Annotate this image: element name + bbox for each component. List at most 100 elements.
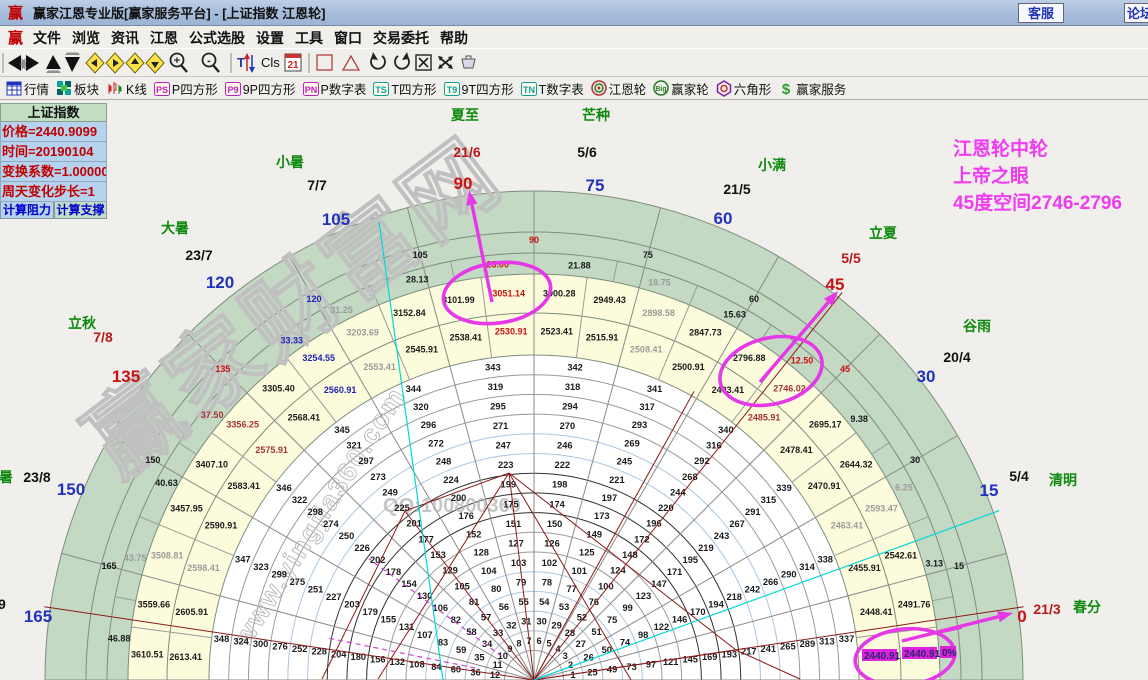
svg-text:294: 294 <box>562 402 578 412</box>
svg-text:3457.95: 3457.95 <box>170 504 203 514</box>
svg-text:174: 174 <box>549 499 565 509</box>
svg-text:43.75: 43.75 <box>124 553 147 563</box>
svg-text:267: 267 <box>729 519 745 529</box>
svg-text:8: 8 <box>516 639 521 649</box>
svg-text:春分: 春分 <box>1072 599 1101 615</box>
svg-text:2898.58: 2898.58 <box>642 308 675 318</box>
svg-text:2470.91: 2470.91 <box>808 481 841 491</box>
svg-text:99: 99 <box>623 603 633 613</box>
svg-text:T9: T9 <box>446 85 457 95</box>
svg-text:315: 315 <box>761 495 777 505</box>
svg-text:TN: TN <box>523 85 535 95</box>
svg-text:176: 176 <box>458 511 474 521</box>
svg-text:$: $ <box>782 81 791 97</box>
svg-text:60: 60 <box>714 209 733 228</box>
svg-text:269: 269 <box>624 438 640 448</box>
svg-text:小满: 小满 <box>758 157 786 173</box>
svg-text:9.38: 9.38 <box>850 414 868 424</box>
svg-text:21.88: 21.88 <box>568 261 591 271</box>
svg-text:150: 150 <box>57 480 85 499</box>
svg-text:芒种: 芒种 <box>582 107 610 123</box>
svg-text:348: 348 <box>214 634 230 644</box>
svg-text:2593.47: 2593.47 <box>865 504 898 514</box>
svg-text:297: 297 <box>358 456 374 466</box>
svg-text:37.50: 37.50 <box>201 410 224 420</box>
svg-text:270: 270 <box>560 421 576 431</box>
svg-text:3152.84: 3152.84 <box>393 308 426 318</box>
svg-text:313: 313 <box>819 636 835 646</box>
svg-text:PS: PS <box>156 85 168 95</box>
svg-text:58: 58 <box>466 627 476 637</box>
svg-text:江恩轮中轮: 江恩轮中轮 <box>953 137 1048 160</box>
svg-text:320: 320 <box>413 402 429 412</box>
svg-text:5: 5 <box>547 639 552 649</box>
svg-text:立秋: 立秋 <box>68 315 97 331</box>
svg-text:316: 316 <box>706 441 722 451</box>
svg-text:123: 123 <box>636 591 652 601</box>
svg-text:34: 34 <box>482 639 493 649</box>
svg-text:249: 249 <box>382 488 398 498</box>
svg-text:56: 56 <box>499 602 509 612</box>
svg-text:221: 221 <box>609 475 625 485</box>
svg-text:293: 293 <box>632 420 648 430</box>
svg-text:83: 83 <box>438 637 448 647</box>
svg-text:6.25: 6.25 <box>895 483 913 493</box>
svg-text:PN: PN <box>304 85 317 95</box>
svg-text:谷雨: 谷雨 <box>963 318 991 334</box>
svg-text:清明: 清明 <box>1049 472 1077 488</box>
svg-text:79: 79 <box>516 577 526 587</box>
svg-text:49: 49 <box>607 665 617 675</box>
svg-text:150: 150 <box>145 455 160 465</box>
svg-text:45度空间2746-2796: 45度空间2746-2796 <box>953 191 1122 214</box>
svg-text:165: 165 <box>101 561 116 571</box>
svg-text:60: 60 <box>451 665 461 675</box>
svg-text:夏至: 夏至 <box>451 107 479 123</box>
svg-text:342: 342 <box>567 363 583 373</box>
svg-text:105: 105 <box>322 210 350 229</box>
svg-text:52: 52 <box>577 613 587 623</box>
svg-text:7/9: 7/9 <box>0 596 6 612</box>
svg-text:35: 35 <box>474 652 484 662</box>
svg-text:2949.43: 2949.43 <box>593 295 626 305</box>
svg-text:343: 343 <box>485 363 501 373</box>
svg-text:3254.55: 3254.55 <box>302 353 335 363</box>
svg-text:15: 15 <box>954 561 964 571</box>
svg-text:194: 194 <box>708 600 724 610</box>
svg-text:上帝之眼: 上帝之眼 <box>953 164 1029 187</box>
svg-text:291: 291 <box>745 507 761 517</box>
svg-text:大暑: 大暑 <box>161 220 189 236</box>
svg-text:200: 200 <box>451 493 467 503</box>
svg-text:107: 107 <box>417 630 433 640</box>
svg-text:275: 275 <box>290 577 306 587</box>
svg-text:341: 341 <box>647 384 663 394</box>
svg-text:339: 339 <box>776 483 792 493</box>
svg-text:345: 345 <box>334 425 350 435</box>
svg-text:125: 125 <box>579 548 595 558</box>
svg-text:317: 317 <box>639 402 655 412</box>
svg-text:131: 131 <box>399 622 415 632</box>
svg-text:2491.76: 2491.76 <box>898 599 931 609</box>
svg-text:3407.10: 3407.10 <box>196 460 229 470</box>
svg-text:272: 272 <box>428 438 444 448</box>
svg-text:2545.91: 2545.91 <box>406 345 439 355</box>
svg-text:46.88: 46.88 <box>108 634 131 644</box>
svg-text:324: 324 <box>233 636 249 646</box>
svg-text:15: 15 <box>980 481 999 500</box>
svg-text:2583.41: 2583.41 <box>228 481 261 491</box>
svg-text:2448.41: 2448.41 <box>860 607 893 617</box>
svg-text:15.63: 15.63 <box>723 309 746 319</box>
svg-text:2440.91: 2440.91 <box>904 649 941 660</box>
svg-text:101: 101 <box>571 566 587 576</box>
svg-text:103: 103 <box>511 558 527 568</box>
svg-text:266: 266 <box>763 577 779 587</box>
svg-text:18.75: 18.75 <box>648 277 671 287</box>
svg-text:21: 21 <box>287 60 299 71</box>
svg-text:2796.88: 2796.88 <box>733 353 766 363</box>
svg-text:23/8: 23/8 <box>23 469 50 485</box>
svg-text:21/5: 21/5 <box>723 181 750 197</box>
svg-text:12.50: 12.50 <box>791 356 814 366</box>
svg-text:219: 219 <box>698 543 714 553</box>
svg-text:122: 122 <box>654 622 670 632</box>
svg-text:2847.73: 2847.73 <box>689 328 722 338</box>
svg-text:53: 53 <box>559 602 569 612</box>
